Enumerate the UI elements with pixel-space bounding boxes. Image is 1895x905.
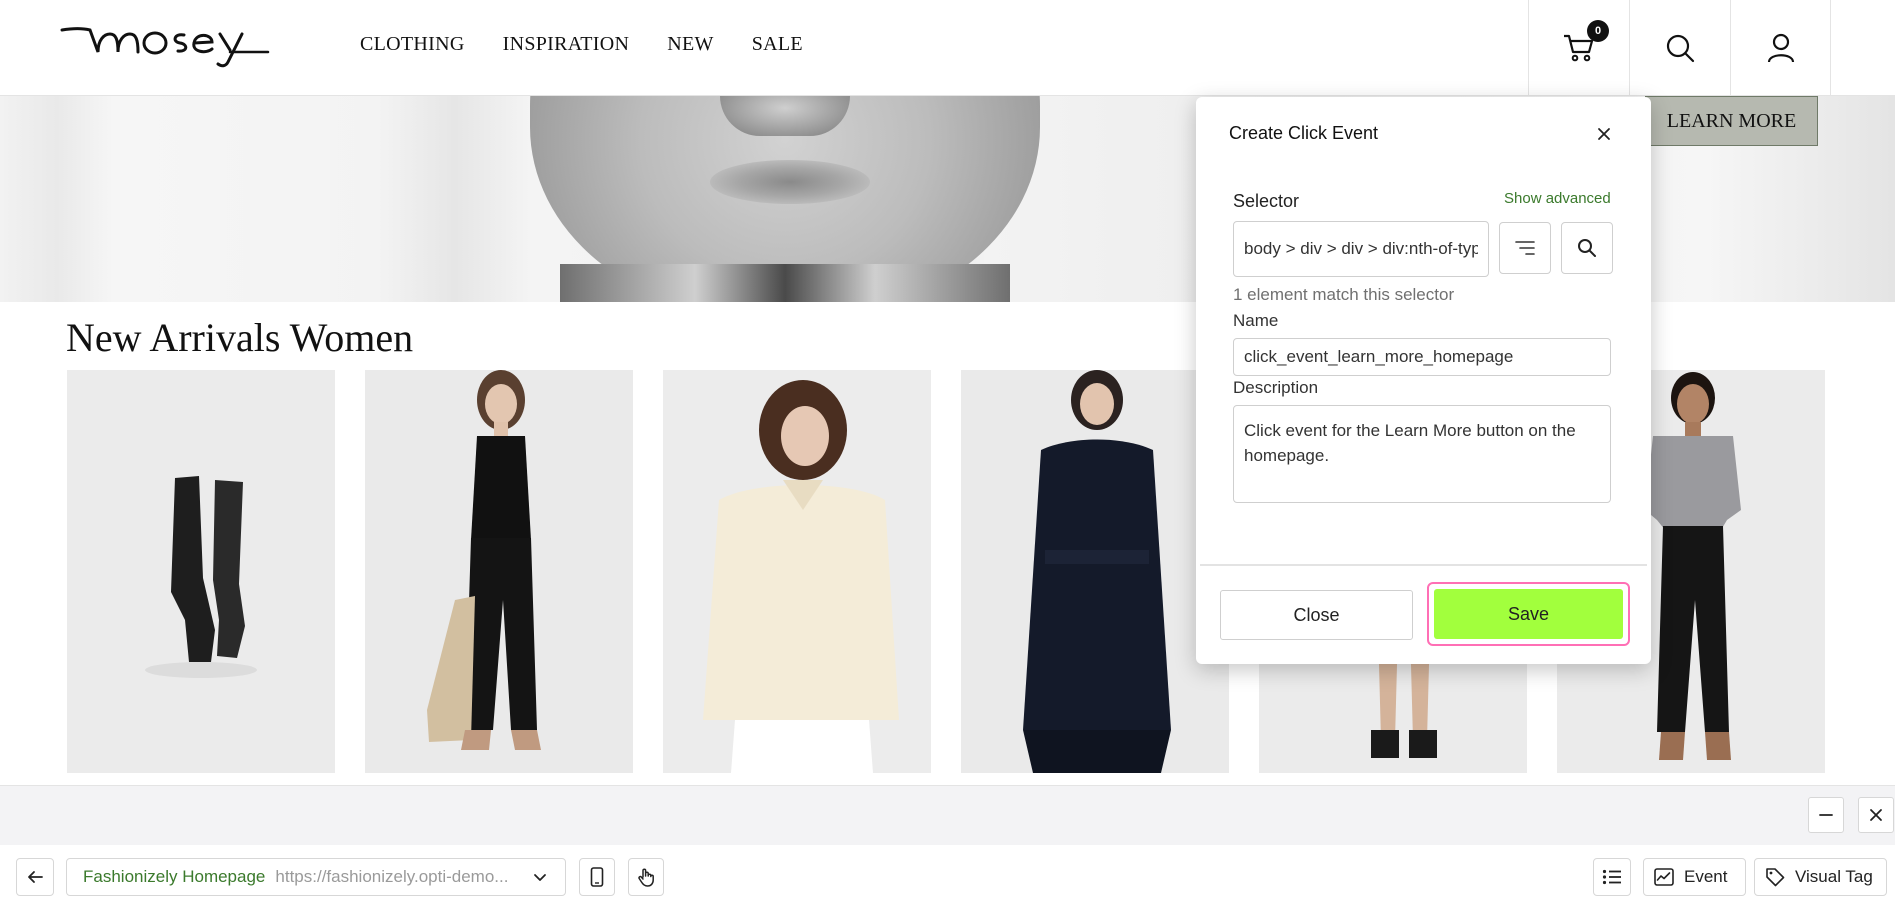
visual-tag-button[interactable]: Visual Tag: [1754, 858, 1887, 896]
search-icon: [1578, 239, 1596, 257]
list-view-button[interactable]: [1593, 858, 1631, 896]
filter-lines-icon: [1515, 241, 1535, 255]
minimize-icon: [1819, 814, 1833, 816]
learn-more-button[interactable]: LEARN MORE: [1645, 96, 1818, 146]
show-advanced-link[interactable]: Show advanced: [1504, 190, 1611, 207]
site-header: mosey CLOTHING INSPIRATION NEW SALE 0: [0, 0, 1895, 96]
close-button[interactable]: Close: [1220, 590, 1413, 640]
dialog-divider: [1200, 564, 1647, 566]
event-chart-icon: [1654, 868, 1674, 886]
event-button-label: Event: [1684, 867, 1728, 886]
device-preview-button[interactable]: [579, 858, 615, 896]
back-button[interactable]: [16, 858, 54, 896]
product-card-black-tank-outfit[interactable]: [365, 370, 633, 773]
user-icon: [1767, 33, 1794, 63]
product-card-navy-coat[interactable]: [961, 370, 1229, 773]
visual-tag-button-label: Visual Tag: [1795, 867, 1873, 886]
event-button[interactable]: Event: [1643, 858, 1746, 896]
selector-match-count: 1 element match this selector: [1233, 285, 1455, 304]
product-card-cream-shirt[interactable]: [663, 370, 931, 773]
product-card-boots[interactable]: [67, 370, 335, 773]
tag-icon: [1766, 868, 1785, 887]
product-image: [67, 370, 335, 773]
nav-inspiration[interactable]: INSPIRATION: [503, 33, 630, 56]
selector-inspect-button[interactable]: [1561, 222, 1613, 274]
selector-filter-button[interactable]: [1499, 222, 1551, 274]
selector-input[interactable]: [1233, 221, 1489, 277]
mosey-logo[interactable]: mosey: [60, 18, 270, 70]
close-icon: [1870, 809, 1882, 821]
product-image: [961, 370, 1229, 773]
hand-pointer-icon: [638, 868, 654, 887]
event-description-textarea[interactable]: Click event for the Learn More button on…: [1233, 405, 1611, 503]
hero-model-lips: [710, 160, 870, 204]
nav-new[interactable]: NEW: [667, 33, 713, 56]
search-button[interactable]: [1629, 0, 1730, 96]
nav-clothing[interactable]: CLOTHING: [360, 33, 465, 56]
selector-label: Selector: [1233, 191, 1300, 211]
page-name: Fashionizely Homepage: [83, 867, 266, 886]
editor-panel-strip: [0, 785, 1895, 845]
mobile-device-icon: [590, 867, 604, 887]
section-title: New Arrivals Women: [66, 315, 414, 360]
cart-count-badge: 0: [1587, 20, 1609, 42]
close-panel-button[interactable]: [1858, 797, 1894, 833]
nav-sale[interactable]: SALE: [752, 33, 803, 56]
description-label: Description: [1233, 378, 1319, 397]
close-icon: [1598, 128, 1610, 140]
page-selector-dropdown[interactable]: Fashionizely Homepage https://fashionize…: [66, 858, 566, 896]
name-label: Name: [1233, 311, 1279, 330]
hero-model-collar: [560, 264, 1010, 302]
event-name-input[interactable]: [1233, 338, 1611, 376]
dialog-title: Create Click Event: [1229, 123, 1379, 143]
save-button[interactable]: Save: [1434, 589, 1623, 639]
main-nav: CLOTHING INSPIRATION NEW SALE: [360, 33, 803, 56]
create-click-event-dialog: Create Click Event Selector Show advance…: [1196, 97, 1651, 664]
list-icon: [1602, 869, 1621, 885]
dialog-close-button[interactable]: [1591, 121, 1617, 147]
hero-model-nose: [720, 96, 850, 136]
product-image: [663, 370, 931, 773]
search-icon: [1666, 34, 1695, 63]
minimize-panel-button[interactable]: [1808, 797, 1844, 833]
page-url: https://fashionizely.opti-demo...: [275, 867, 509, 886]
editor-toolbar: Fashionizely Homepage https://fashionize…: [0, 845, 1895, 905]
arrow-left-icon: [28, 871, 43, 883]
chevron-down-icon: [534, 874, 546, 881]
cart-button[interactable]: 0: [1528, 0, 1629, 96]
interact-mode-button[interactable]: [628, 858, 664, 896]
account-button[interactable]: [1730, 0, 1831, 96]
product-image: [365, 370, 633, 773]
